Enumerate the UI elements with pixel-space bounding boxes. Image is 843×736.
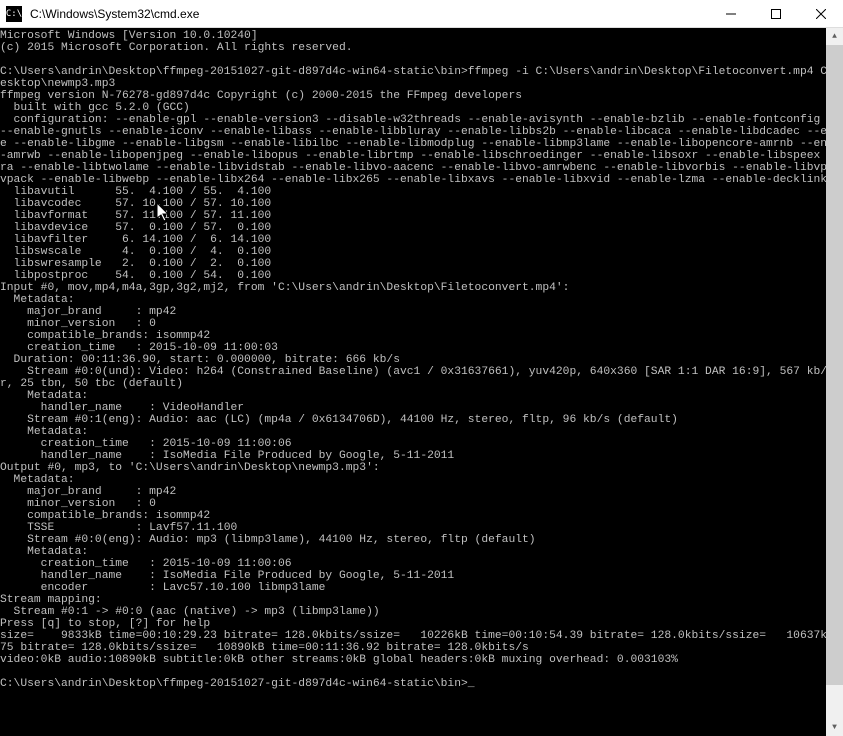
terminal-line: handler_name : IsoMedia File Produced by… bbox=[0, 570, 843, 582]
terminal-line: libswresample 2. 0.100 / 2. 0.100 bbox=[0, 258, 843, 270]
terminal-line: encoder : Lavc57.10.100 libmp3lame bbox=[0, 582, 843, 594]
terminal-line: video:0kB audio:10890kB subtitle:0kB oth… bbox=[0, 654, 843, 666]
terminal-line: minor_version : 0 bbox=[0, 498, 843, 510]
terminal-line: Stream #0:1 -> #0:0 (aac (native) -> mp3… bbox=[0, 606, 843, 618]
scroll-up-arrow[interactable]: ▲ bbox=[826, 28, 843, 45]
terminal-line: libavformat 57. 11.100 / 57. 11.100 bbox=[0, 210, 843, 222]
terminal-line: TSSE : Lavf57.11.100 bbox=[0, 522, 843, 534]
terminal-line: libswscale 4. 0.100 / 4. 0.100 bbox=[0, 246, 843, 258]
terminal-line: r, 25 tbn, 50 tbc (default) bbox=[0, 378, 843, 390]
terminal-line: esktop\newmp3.mp3 bbox=[0, 78, 843, 90]
terminal-wrapper: Microsoft Windows [Version 10.0.10240](c… bbox=[0, 28, 843, 736]
terminal-line: --enable-gnutls --enable-iconv --enable-… bbox=[0, 126, 843, 138]
terminal-line: 75 bitrate= 128.0kbits/ssize= 10890kB ti… bbox=[0, 642, 843, 654]
terminal-line: C:\Users\andrin\Desktop\ffmpeg-20151027-… bbox=[0, 66, 843, 78]
terminal-line: Output #0, mp3, to 'C:\Users\andrin\Desk… bbox=[0, 462, 843, 474]
terminal-line: Duration: 00:11:36.90, start: 0.000000, … bbox=[0, 354, 843, 366]
terminal-line: (c) 2015 Microsoft Corporation. All righ… bbox=[0, 42, 843, 54]
scroll-thumb[interactable] bbox=[826, 45, 843, 685]
terminal-line: creation_time : 2015-10-09 11:00:06 bbox=[0, 438, 843, 450]
terminal-line: Microsoft Windows [Version 10.0.10240] bbox=[0, 30, 843, 42]
vertical-scrollbar[interactable]: ▲ ▼ bbox=[826, 28, 843, 736]
terminal-output[interactable]: Microsoft Windows [Version 10.0.10240](c… bbox=[0, 28, 843, 736]
text-cursor: _ bbox=[468, 678, 474, 690]
terminal-line: Stream #0:1(eng): Audio: aac (LC) (mp4a … bbox=[0, 414, 843, 426]
terminal-line: ffmpeg version N-76278-gd897d4c Copyrigh… bbox=[0, 90, 843, 102]
terminal-line: Metadata: bbox=[0, 390, 843, 402]
minimize-button[interactable] bbox=[708, 0, 753, 27]
window-titlebar: C:\ C:\Windows\System32\cmd.exe bbox=[0, 0, 843, 28]
cmd-icon: C:\ bbox=[6, 6, 22, 22]
terminal-line: handler_name : VideoHandler bbox=[0, 402, 843, 414]
terminal-line: C:\Users\andrin\Desktop\ffmpeg-20151027-… bbox=[0, 678, 843, 690]
terminal-line: ra --enable-libtwolame --enable-libvidst… bbox=[0, 162, 843, 174]
terminal-line: Stream #0:0(eng): Audio: mp3 (libmp3lame… bbox=[0, 534, 843, 546]
terminal-line: libavutil 55. 4.100 / 55. 4.100 bbox=[0, 186, 843, 198]
terminal-line: major_brand : mp42 bbox=[0, 306, 843, 318]
terminal-line: libavcodec 57. 10.100 / 57. 10.100 bbox=[0, 198, 843, 210]
terminal-line: configuration: --enable-gpl --enable-ver… bbox=[0, 114, 843, 126]
terminal-line bbox=[0, 54, 843, 66]
window-title: C:\Windows\System32\cmd.exe bbox=[28, 7, 708, 21]
terminal-line: compatible_brands: isommp42 bbox=[0, 330, 843, 342]
terminal-line: vpack --enable-libwebp --enable-libx264 … bbox=[0, 174, 843, 186]
terminal-line: Metadata: bbox=[0, 426, 843, 438]
scroll-down-arrow[interactable]: ▼ bbox=[826, 719, 843, 736]
terminal-line: major_brand : mp42 bbox=[0, 486, 843, 498]
terminal-line: -amrwb --enable-libopenjpeg --enable-lib… bbox=[0, 150, 843, 162]
terminal-line: Metadata: bbox=[0, 546, 843, 558]
terminal-line: Stream mapping: bbox=[0, 594, 843, 606]
terminal-line: compatible_brands: isommp42 bbox=[0, 510, 843, 522]
terminal-line: Press [q] to stop, [?] for help bbox=[0, 618, 843, 630]
terminal-line: size= 9833kB time=00:10:29.23 bitrate= 1… bbox=[0, 630, 843, 642]
terminal-line: Metadata: bbox=[0, 474, 843, 486]
terminal-line: libavfilter 6. 14.100 / 6. 14.100 bbox=[0, 234, 843, 246]
close-button[interactable] bbox=[798, 0, 843, 27]
terminal-line bbox=[0, 666, 843, 678]
terminal-line: libpostproc 54. 0.100 / 54. 0.100 bbox=[0, 270, 843, 282]
terminal-line: libavdevice 57. 0.100 / 57. 0.100 bbox=[0, 222, 843, 234]
terminal-line: creation_time : 2015-10-09 11:00:06 bbox=[0, 558, 843, 570]
terminal-line: creation_time : 2015-10-09 11:00:03 bbox=[0, 342, 843, 354]
terminal-line: Input #0, mov,mp4,m4a,3gp,3g2,mj2, from … bbox=[0, 282, 843, 294]
terminal-line: e --enable-libgme --enable-libgsm --enab… bbox=[0, 138, 843, 150]
terminal-line: Stream #0:0(und): Video: h264 (Constrain… bbox=[0, 366, 843, 378]
terminal-line: built with gcc 5.2.0 (GCC) bbox=[0, 102, 843, 114]
terminal-line: Metadata: bbox=[0, 294, 843, 306]
terminal-line: handler_name : IsoMedia File Produced by… bbox=[0, 450, 843, 462]
maximize-button[interactable] bbox=[753, 0, 798, 27]
terminal-line: minor_version : 0 bbox=[0, 318, 843, 330]
window-controls bbox=[708, 0, 843, 27]
